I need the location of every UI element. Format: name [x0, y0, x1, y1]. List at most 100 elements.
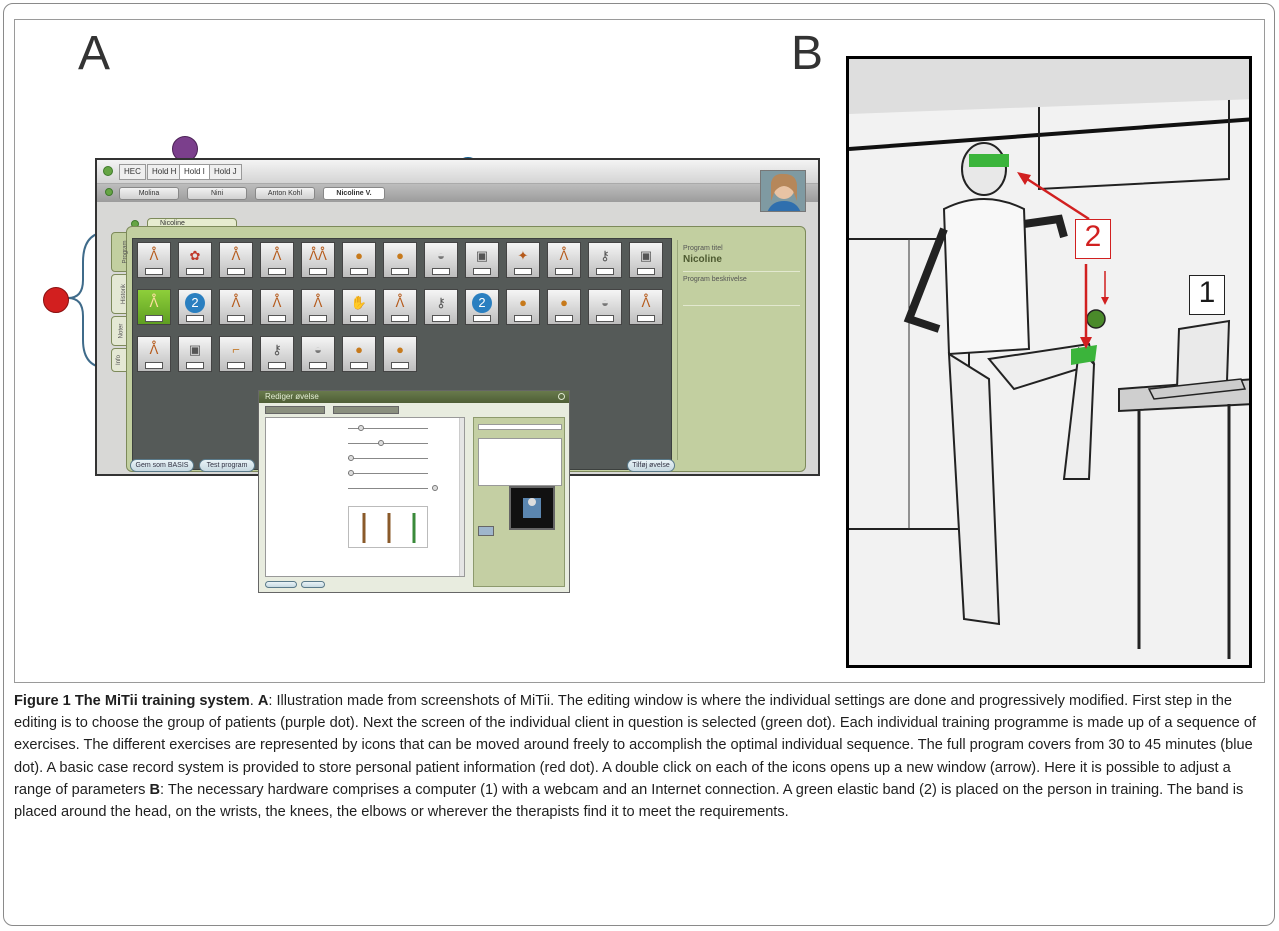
- exercise-count-field[interactable]: [391, 362, 409, 369]
- exercise-icon-figure[interactable]: ᐰ: [219, 242, 253, 278]
- exercise-count-field[interactable]: [514, 268, 532, 275]
- exercise-icon-ball[interactable]: ●: [342, 242, 376, 278]
- exercise-count-field[interactable]: [514, 315, 532, 322]
- exercise-count-field[interactable]: [432, 315, 450, 322]
- exercise-icon-disc[interactable]: ◒: [301, 336, 335, 372]
- exercise-count-field[interactable]: [186, 268, 204, 275]
- exercise-icon-disc[interactable]: ◒: [424, 242, 458, 278]
- dialog-close-icon[interactable]: [558, 393, 565, 400]
- parameter-slider[interactable]: [348, 488, 428, 489]
- side-tab-historik[interactable]: Historik: [111, 274, 127, 314]
- exercise-icon-disc[interactable]: ◒: [588, 289, 622, 325]
- exercise-count-field[interactable]: [637, 268, 655, 275]
- exercise-count-field[interactable]: [145, 362, 163, 369]
- group-tab-h[interactable]: Hold H: [147, 164, 182, 180]
- client-tab-4[interactable]: Nicoline V.: [323, 187, 385, 200]
- client-tab-3[interactable]: Anton Kohl: [255, 187, 315, 200]
- save-basis-button[interactable]: Gem som BASIS: [130, 459, 194, 472]
- exercise-icon-figure[interactable]: ᐰ: [260, 289, 294, 325]
- exercise-icon-figure[interactable]: ᐰ: [301, 289, 335, 325]
- slider-knob[interactable]: [378, 440, 384, 446]
- exercise-icon-figure-selected[interactable]: ᐰ: [137, 289, 171, 325]
- exercise-count-field[interactable]: [350, 362, 368, 369]
- exercise-count-field[interactable]: [268, 268, 286, 275]
- exercise-count-field[interactable]: [350, 268, 368, 275]
- exercise-icon-figure[interactable]: ᐰ: [547, 242, 581, 278]
- exercise-count-field[interactable]: [227, 268, 245, 275]
- exercise-icon-key[interactable]: ⚷: [588, 242, 622, 278]
- exercise-icon-ball[interactable]: ●: [547, 289, 581, 325]
- exercise-icon-figure[interactable]: ᐰ: [137, 336, 171, 372]
- group-tab-hec[interactable]: HEC: [119, 164, 146, 180]
- exercise-icon-ball[interactable]: ●: [342, 336, 376, 372]
- exercise-count-field[interactable]: [186, 362, 204, 369]
- exercise-icon-box[interactable]: ▣: [178, 336, 212, 372]
- exercise-icon-figure[interactable]: ᐰ: [629, 289, 663, 325]
- exercise-icon-figure[interactable]: ᐰ: [383, 289, 417, 325]
- dialog-test-button[interactable]: [301, 581, 325, 588]
- exercise-icon-box[interactable]: ▣: [629, 242, 663, 278]
- exercise-count-field[interactable]: [391, 268, 409, 275]
- exercise-count-field[interactable]: [309, 268, 327, 275]
- test-program-button[interactable]: Test program: [199, 459, 255, 472]
- add-exercise-button[interactable]: Tilføj øvelse: [627, 459, 675, 472]
- figure-icon: ᐰ: [149, 295, 159, 310]
- program-title-value[interactable]: Nicoline: [683, 254, 800, 265]
- exercise-count-field[interactable]: [227, 362, 245, 369]
- exercise-count-field[interactable]: [596, 268, 614, 275]
- exercise-count-field[interactable]: [309, 315, 327, 322]
- slider-knob[interactable]: [358, 425, 364, 431]
- exercise-icon-ball[interactable]: ●: [383, 242, 417, 278]
- exercise-count-field[interactable]: [186, 315, 204, 322]
- exercise-count-field[interactable]: [145, 268, 163, 275]
- exercise-icon-figure[interactable]: ᐰ: [219, 289, 253, 325]
- exercise-icon-key[interactable]: ⚷: [424, 289, 458, 325]
- exercise-icon-puzzle[interactable]: ✦: [506, 242, 540, 278]
- exercise-icon-key[interactable]: ⚷: [260, 336, 294, 372]
- client-tab-2[interactable]: Nini: [187, 187, 247, 200]
- exercise-icon-colorful[interactable]: ✿: [178, 242, 212, 278]
- parameter-slider[interactable]: [348, 473, 428, 474]
- side-tab-noter[interactable]: Noter: [111, 316, 127, 346]
- parameter-slider[interactable]: [348, 458, 428, 459]
- figure-choices[interactable]: [348, 506, 428, 548]
- exercise-count-field[interactable]: [555, 315, 573, 322]
- exercise-count-field[interactable]: [555, 268, 573, 275]
- exercise-icon-boot[interactable]: ⌐: [219, 336, 253, 372]
- add-client-icon[interactable]: [105, 188, 113, 196]
- exercise-count-field[interactable]: [432, 268, 450, 275]
- exercise-icon-2[interactable]: 2: [178, 289, 212, 325]
- exercise-count-field[interactable]: [268, 315, 286, 322]
- exercise-count-field[interactable]: [227, 315, 245, 322]
- slider-knob[interactable]: [348, 470, 354, 476]
- dialog-scrollbar[interactable]: [459, 418, 464, 576]
- group-tab-j[interactable]: Hold J: [209, 164, 242, 180]
- exercise-icon-hand[interactable]: ✋: [342, 289, 376, 325]
- exercise-video-preview[interactable]: [509, 486, 555, 530]
- exercise-icon-2[interactable]: 2: [465, 289, 499, 325]
- parameter-slider[interactable]: [348, 443, 428, 444]
- exercise-icon-ball[interactable]: ●: [506, 289, 540, 325]
- side-tab-info[interactable]: Info: [111, 348, 127, 372]
- slider-knob[interactable]: [348, 455, 354, 461]
- exercise-count-field[interactable]: [350, 315, 368, 322]
- group-tab-i[interactable]: Hold I: [179, 164, 210, 180]
- slider-knob[interactable]: [432, 485, 438, 491]
- exercise-icon-figure[interactable]: ᐰ: [260, 242, 294, 278]
- exercise-count-field[interactable]: [473, 268, 491, 275]
- exercise-count-field[interactable]: [309, 362, 327, 369]
- exercise-icon-figure[interactable]: ᐰ: [137, 242, 171, 278]
- exercise-count-field[interactable]: [391, 315, 409, 322]
- client-tab-1[interactable]: Molina: [119, 187, 179, 200]
- exercise-icon-box[interactable]: ▣: [465, 242, 499, 278]
- exercise-count-field[interactable]: [145, 315, 163, 322]
- exercise-count-field[interactable]: [596, 315, 614, 322]
- program-description-label: Program beskrivelse: [683, 276, 747, 283]
- dialog-save-button[interactable]: [265, 581, 297, 588]
- exercise-icon-ball[interactable]: ●: [383, 336, 417, 372]
- exercise-count-field[interactable]: [637, 315, 655, 322]
- side-tab-program[interactable]: Program: [111, 232, 129, 272]
- exercise-icon-figure-group[interactable]: ᐰᐰ: [301, 242, 335, 278]
- exercise-count-field[interactable]: [473, 315, 491, 322]
- exercise-count-field[interactable]: [268, 362, 286, 369]
